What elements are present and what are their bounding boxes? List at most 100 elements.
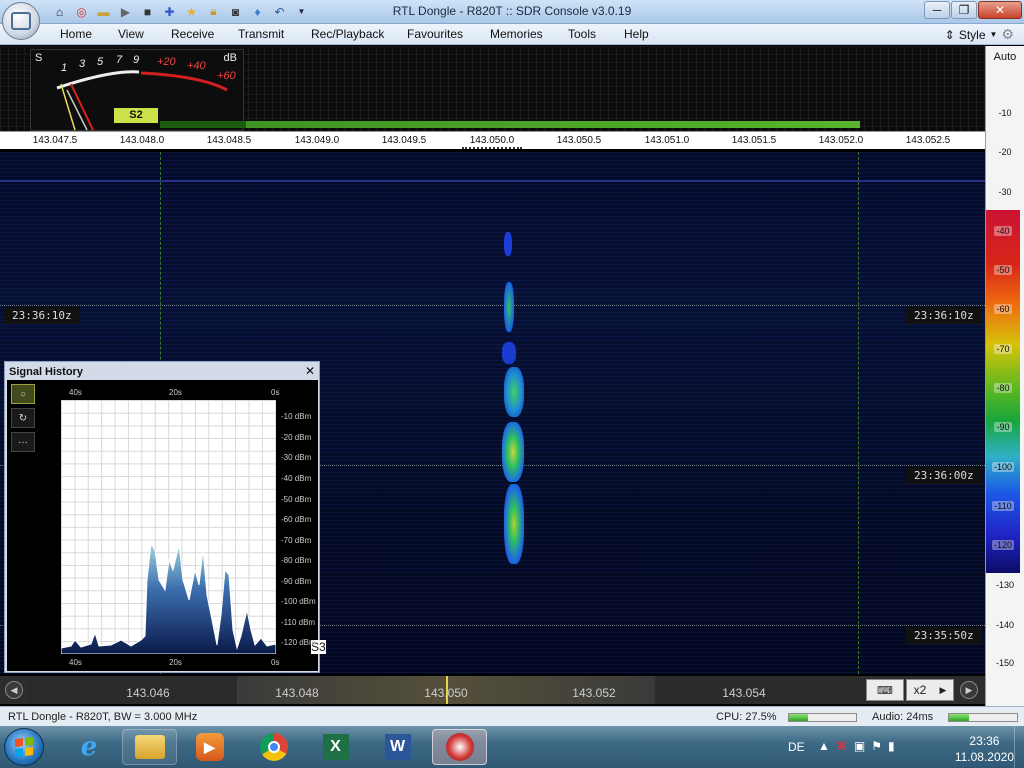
colorbar-mark: -80 [994,383,1012,393]
tab-receive[interactable]: Receive [171,27,214,41]
filter-edge-right [858,152,859,674]
style-label: Style [958,27,986,42]
ruler-tick: 143.048.0 [119,135,165,146]
clock-date: 11.08.2020 [954,750,1014,764]
application-menu-button[interactable] [2,2,40,40]
tab-home[interactable]: Home [60,27,92,41]
signal-blob [502,422,524,482]
tab-view[interactable]: View [118,27,144,41]
colorbar-mark: -120 [991,540,1014,550]
ie-icon[interactable]: e [60,729,118,765]
tray-icons: ▲ ⌘ ▣ ⚑ ▮ [818,739,895,753]
chrome-icon[interactable] [246,729,301,765]
app-menu-icon [11,12,31,30]
time-axis-top-label: 40s [69,388,82,397]
media-player-icon[interactable]: ▶ [182,729,237,765]
tuning-freq-label: 143.050 [424,686,468,700]
tuning-freq-label: 143.054 [722,686,766,700]
status-bar: RTL Dongle - R820T, BW = 3.000 MHz CPU: … [0,706,1024,726]
dbm-axis-label: -120 dBm [281,638,316,647]
auto-scale-button[interactable]: Auto [986,51,1024,63]
s-scale-7: 7 [116,54,123,66]
record-toggle-button[interactable]: ○ [11,384,35,404]
tuning-strip[interactable]: 143.046 143.048 143.050 143.052 143.054 … [0,676,985,704]
dbm-axis-label: -100 dBm [281,597,316,606]
show-hidden-icons-icon[interactable]: ▲ [818,739,830,753]
signal-blob [504,232,512,256]
start-button[interactable] [4,728,44,766]
frequency-ruler[interactable]: 143.047.5 143.048.0 143.048.5 143.049.0 … [0,131,985,149]
excel-icon[interactable]: X [308,729,363,765]
window-controls: ─ ❐ ✕ [924,1,1022,19]
scale-mark: -150 [995,658,1014,668]
ruler-tick: 143.052.0 [818,135,864,146]
tab-favourites[interactable]: Favourites [407,27,463,41]
scale-mark: -20 [998,147,1012,157]
flag-icon[interactable]: ⚑ [871,739,882,753]
db-scale-20: +20 [157,56,176,68]
signal-history-panel: Signal History ✕ ○ ↻ ··· 40s 20s 0s S3 -… [4,361,326,673]
zoom-selector[interactable]: x2 ▶ [906,679,954,701]
language-indicator[interactable]: DE [788,740,805,754]
tab-rec-playback[interactable]: Rec/Playback [311,27,384,41]
time-label-right: 23:36:10z [906,307,982,324]
scroll-right-button[interactable]: ▶ [960,681,978,699]
tuning-freq-label: 143.052 [572,686,616,700]
ruler-tick: 143.051.0 [644,135,690,146]
signal-blob [504,484,524,564]
network-signal-icon[interactable]: ▮ [888,739,895,753]
updown-icon: ⇕ [944,27,955,42]
minimize-button[interactable]: ─ [924,1,950,19]
ruler-tick: 143.050.0 [469,135,515,146]
colorbar-mark: -110 [992,501,1014,511]
title-bar: ⌂ ◎ ▬ ▶ ■ ✚ ★ 🔒︎ ◙ ♦ ↶ ▼ RTL Dongle - R8… [0,0,1024,24]
scroll-left-button[interactable]: ◀ [5,681,23,699]
ruler-tick: 143.049.0 [294,135,340,146]
time-label-right: 23:36:00z [906,467,982,484]
time-axis-bottom-label: 0s [271,658,280,667]
scale-mark: -30 [998,187,1012,197]
time-label-right: 23:35:50z [906,627,982,644]
tuning-freq-label: 143.046 [126,686,170,700]
ruler-tick: 143.049.5 [381,135,427,146]
clock[interactable]: 23:36 11.08.2020 [955,733,1014,765]
sdr-console-icon[interactable] [432,729,487,765]
style-menu[interactable]: ⇕ Style ▼ ⚙ [945,26,1014,43]
explorer-icon[interactable] [122,729,177,765]
dbm-axis-label: -40 dBm [281,474,312,483]
signal-history-title: Signal History [9,366,83,378]
chevron-down-icon: ▼ [989,30,998,39]
show-desktop-button[interactable] [1014,726,1024,768]
acrobat-icon[interactable]: ⌘ [836,739,848,753]
ruler-tick: 143.051.5 [731,135,777,146]
s-scale-3: 3 [79,58,86,70]
colorbar-mark: -70 [994,344,1012,354]
ruler-tick: 143.050.5 [556,135,602,146]
ruler-tick: 143.047.5 [32,135,78,146]
colorbar-mark: -50 [994,265,1012,275]
more-options-button[interactable]: ··· [11,432,35,452]
reset-button[interactable]: ↻ [11,408,35,428]
sdr-console-window: ⌂ ◎ ▬ ▶ ■ ✚ ★ 🔒︎ ◙ ♦ ↶ ▼ RTL Dongle - R8… [0,0,1024,768]
signal-level-bar-low [160,121,246,128]
dbm-axis-label: -80 dBm [281,556,312,565]
word-icon[interactable]: W [370,729,425,765]
dbm-axis-label: -50 dBm [281,495,312,504]
tab-memories[interactable]: Memories [490,27,543,41]
close-button[interactable]: ✕ [978,1,1022,19]
tab-help[interactable]: Help [624,27,649,41]
ruler-tick: 143.048.5 [206,135,252,146]
tab-transmit[interactable]: Transmit [238,27,284,41]
cpu-meter-fill [789,714,808,721]
keyboard-button[interactable]: ⌨ [866,679,904,701]
gear-icon[interactable]: ⚙ [1001,26,1014,43]
s-scale-9: 9 [133,54,140,66]
close-icon[interactable]: ✕ [305,364,315,378]
colorbar-mark: -40 [994,226,1012,236]
signal-history-toolbar: ○ ↻ ··· [11,384,35,456]
device-icon[interactable]: ▣ [854,739,865,753]
splitter-grip[interactable] [462,147,522,150]
waterfall-color-bar[interactable]: -40 -50 -60 -70 -80 -90 -100 -110 -120 [986,210,1020,573]
tab-tools[interactable]: Tools [568,27,596,41]
maximize-button[interactable]: ❐ [951,1,977,19]
